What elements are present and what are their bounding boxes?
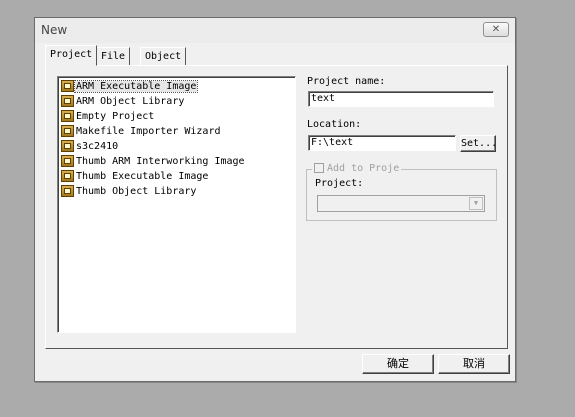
list-item[interactable]: Makefile Importer Wizard xyxy=(61,125,222,139)
set-button-label: Set... xyxy=(461,138,498,149)
location-value: F:\text xyxy=(311,137,354,148)
list-item[interactable]: Thumb Object Library xyxy=(61,185,197,199)
title-bar[interactable]: New ✕ xyxy=(35,18,515,43)
project-wizard-icon xyxy=(61,140,74,152)
project-name-label: Project name: xyxy=(307,76,386,87)
ok-button-label: 确定 xyxy=(387,357,409,370)
list-item[interactable]: Empty Project xyxy=(61,110,155,124)
list-item[interactable]: Thumb ARM Interworking Image xyxy=(61,155,246,169)
list-item-label: Makefile Importer Wizard xyxy=(76,126,221,137)
cancel-button[interactable]: 取消 xyxy=(438,354,510,374)
add-to-project-checkbox[interactable]: Add to Proje xyxy=(312,163,402,174)
cancel-button-label: 取消 xyxy=(463,357,485,370)
project-wizard-icon xyxy=(61,80,74,92)
tab-label: File xyxy=(101,51,126,62)
tab-project[interactable]: Project xyxy=(45,45,98,66)
project-name-input[interactable]: text xyxy=(308,91,494,107)
list-item-label: Thumb Object Library xyxy=(76,186,197,197)
tab-object[interactable]: Object xyxy=(140,47,187,65)
add-to-project-label: Add to Proje xyxy=(327,163,400,174)
list-item-label: Empty Project xyxy=(76,111,155,122)
project-wizard-icon xyxy=(61,170,74,182)
project-wizard-icon xyxy=(61,125,74,137)
chevron-down-icon[interactable]: ▼ xyxy=(469,197,483,210)
new-dialog: New ✕ Project File Object ARM Executable… xyxy=(34,17,516,382)
list-item[interactable]: ARM Object Library xyxy=(61,95,185,109)
ok-button[interactable]: 确定 xyxy=(362,354,434,374)
close-button[interactable]: ✕ xyxy=(483,22,509,37)
set-location-button[interactable]: Set... xyxy=(460,135,498,152)
close-icon: ✕ xyxy=(491,24,501,35)
list-item-label: ARM Object Library xyxy=(76,96,185,107)
checkbox-icon xyxy=(314,163,324,173)
list-item-label: ARM Executable Image xyxy=(73,80,199,93)
list-item[interactable]: s3c2410 xyxy=(61,140,119,154)
project-select[interactable]: ▼ xyxy=(317,195,485,212)
tab-label: Object xyxy=(145,51,182,62)
tab-label: Project xyxy=(50,49,93,60)
project-wizard-icon xyxy=(61,155,74,167)
list-item-label: Thumb ARM Interworking Image xyxy=(76,156,245,167)
project-type-list[interactable]: ARM Executable Image ARM Object Library … xyxy=(57,76,296,333)
dialog-title: New xyxy=(41,23,68,37)
list-item[interactable]: Thumb Executable Image xyxy=(61,170,209,184)
location-input[interactable]: F:\text xyxy=(308,135,456,151)
project-wizard-icon xyxy=(61,110,74,122)
list-item-label: s3c2410 xyxy=(76,141,119,152)
project-label: Project: xyxy=(315,178,364,189)
tab-file[interactable]: File xyxy=(96,47,131,65)
list-item[interactable]: ARM Executable Image xyxy=(61,80,199,94)
project-wizard-icon xyxy=(61,95,74,107)
project-wizard-icon xyxy=(61,185,74,197)
project-name-value: text xyxy=(311,93,336,104)
location-label: Location: xyxy=(307,119,362,130)
list-item-label: Thumb Executable Image xyxy=(76,171,209,182)
